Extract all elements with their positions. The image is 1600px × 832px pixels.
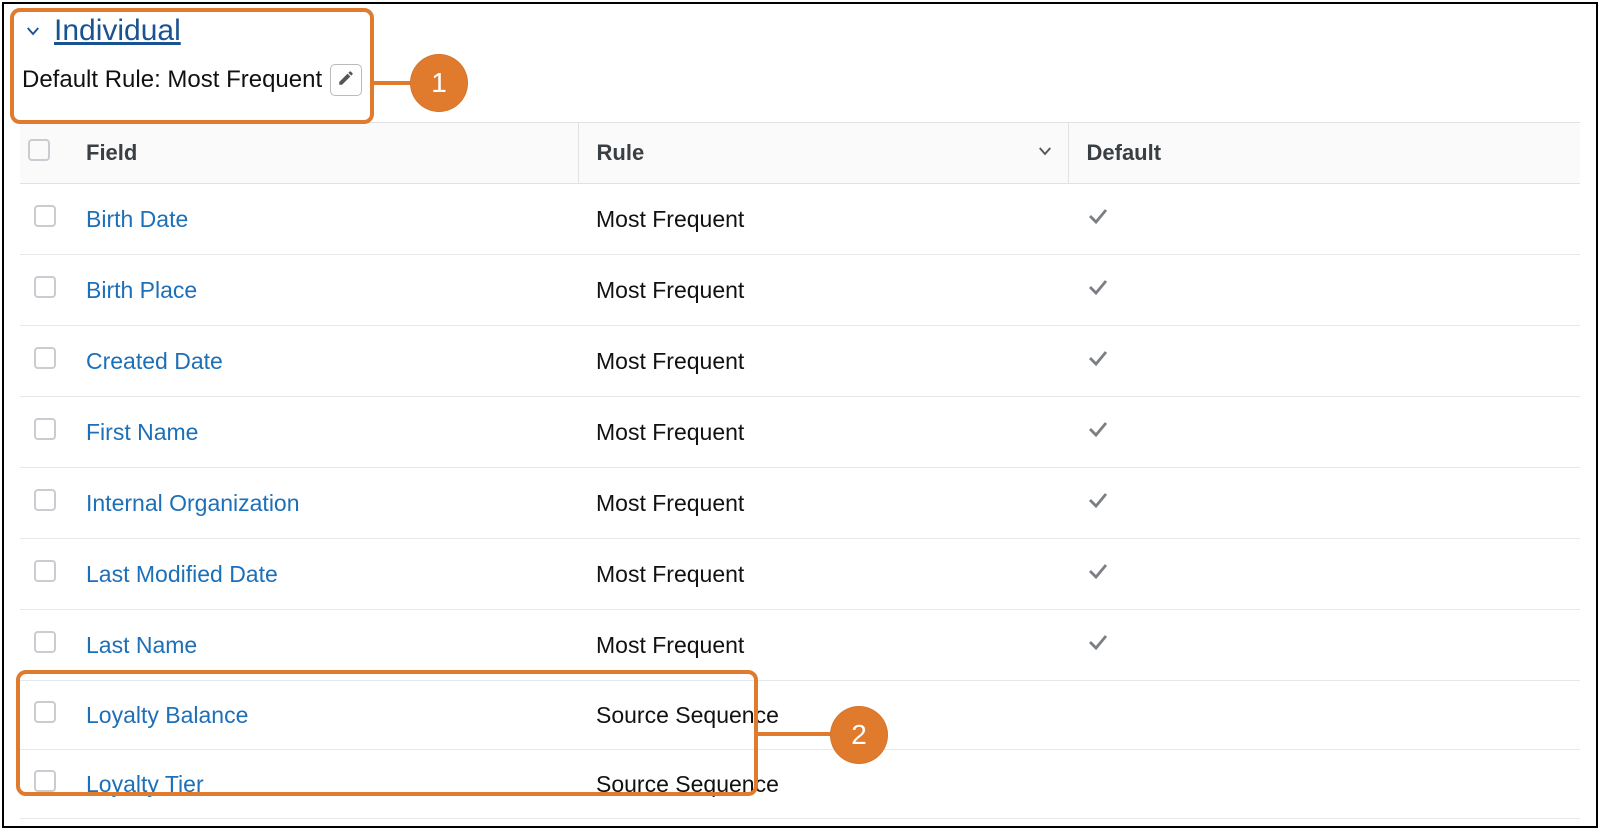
row-checkbox[interactable] bbox=[34, 701, 56, 723]
section-title[interactable]: Individual bbox=[54, 14, 181, 48]
table-row: First Name Most Frequent bbox=[20, 397, 1580, 468]
field-cell: Loyalty Balance bbox=[78, 681, 578, 750]
rule-cell: Most Frequent bbox=[578, 539, 1068, 610]
default-cell bbox=[1068, 681, 1580, 750]
check-icon bbox=[1086, 633, 1110, 659]
row-checkbox-cell bbox=[20, 750, 78, 819]
edit-default-rule-button[interactable] bbox=[330, 64, 362, 96]
default-cell bbox=[1068, 750, 1580, 819]
field-cell: First Name bbox=[78, 397, 578, 468]
table-row: Last Modified Date Most Frequent bbox=[20, 539, 1580, 610]
row-checkbox-cell bbox=[20, 468, 78, 539]
rule-value: Most Frequent bbox=[596, 419, 744, 445]
rule-value: Most Frequent bbox=[596, 206, 744, 232]
field-link[interactable]: Birth Date bbox=[86, 206, 188, 232]
default-rule-row: Default Rule: Most Frequent bbox=[22, 64, 1578, 96]
field-cell: Birth Date bbox=[78, 184, 578, 255]
rule-value: Most Frequent bbox=[596, 348, 744, 374]
field-link[interactable]: Last Name bbox=[86, 632, 197, 658]
row-checkbox[interactable] bbox=[34, 418, 56, 440]
field-link[interactable]: First Name bbox=[86, 419, 198, 445]
field-link[interactable]: Internal Organization bbox=[86, 490, 300, 516]
check-icon bbox=[1086, 562, 1110, 588]
rule-value: Source Sequence bbox=[596, 702, 779, 728]
row-checkbox[interactable] bbox=[34, 631, 56, 653]
col-header-rule[interactable]: Rule bbox=[578, 123, 1068, 184]
col-header-field[interactable]: Field bbox=[78, 123, 578, 184]
col-header-rule-label: Rule bbox=[597, 140, 645, 165]
col-header-default[interactable]: Default bbox=[1068, 123, 1580, 184]
default-rule-text: Default Rule: Most Frequent bbox=[22, 66, 322, 94]
default-cell bbox=[1068, 610, 1580, 681]
chevron-down-icon[interactable] bbox=[22, 20, 44, 42]
rule-value: Most Frequent bbox=[596, 632, 744, 658]
field-cell: Internal Organization bbox=[78, 468, 578, 539]
rule-cell: Most Frequent bbox=[578, 468, 1068, 539]
row-checkbox[interactable] bbox=[34, 489, 56, 511]
check-icon bbox=[1086, 420, 1110, 446]
rule-value: Most Frequent bbox=[596, 561, 744, 587]
table-row: Loyalty Tier Source Sequence bbox=[20, 750, 1580, 819]
field-cell: Created Date bbox=[78, 326, 578, 397]
row-checkbox-cell bbox=[20, 681, 78, 750]
row-checkbox-cell bbox=[20, 326, 78, 397]
check-icon bbox=[1086, 349, 1110, 375]
row-checkbox-cell bbox=[20, 610, 78, 681]
field-link[interactable]: Birth Place bbox=[86, 277, 197, 303]
row-checkbox[interactable] bbox=[34, 276, 56, 298]
rule-cell: Most Frequent bbox=[578, 184, 1068, 255]
field-cell: Last Modified Date bbox=[78, 539, 578, 610]
default-cell bbox=[1068, 184, 1580, 255]
default-cell bbox=[1068, 255, 1580, 326]
rules-table-wrap: Field Rule Default Birth Date Most Freque… bbox=[20, 122, 1580, 819]
check-icon bbox=[1086, 207, 1110, 233]
row-checkbox[interactable] bbox=[34, 770, 56, 792]
row-checkbox-cell bbox=[20, 255, 78, 326]
row-checkbox[interactable] bbox=[34, 347, 56, 369]
rule-cell: Most Frequent bbox=[578, 397, 1068, 468]
row-checkbox-cell bbox=[20, 397, 78, 468]
check-icon bbox=[1086, 491, 1110, 517]
panel-frame: 1 2 Individual Default Rule: Most Freque… bbox=[2, 2, 1598, 828]
table-row: Loyalty Balance Source Sequence bbox=[20, 681, 1580, 750]
table-row: Birth Date Most Frequent bbox=[20, 184, 1580, 255]
chevron-down-icon[interactable] bbox=[1036, 140, 1054, 166]
section-header: Individual Default Rule: Most Frequent bbox=[4, 4, 1596, 100]
check-icon bbox=[1086, 278, 1110, 304]
field-link[interactable]: Created Date bbox=[86, 348, 223, 374]
col-header-checkbox bbox=[20, 123, 78, 184]
field-link[interactable]: Last Modified Date bbox=[86, 561, 278, 587]
default-cell bbox=[1068, 539, 1580, 610]
table-row: Birth Place Most Frequent bbox=[20, 255, 1580, 326]
rules-table: Field Rule Default Birth Date Most Freque… bbox=[20, 122, 1580, 819]
row-checkbox[interactable] bbox=[34, 205, 56, 227]
rule-cell: Most Frequent bbox=[578, 610, 1068, 681]
rule-cell: Most Frequent bbox=[578, 326, 1068, 397]
field-cell: Last Name bbox=[78, 610, 578, 681]
default-cell bbox=[1068, 326, 1580, 397]
pencil-icon bbox=[337, 69, 355, 92]
default-cell bbox=[1068, 397, 1580, 468]
row-checkbox-cell bbox=[20, 184, 78, 255]
rule-value: Most Frequent bbox=[596, 490, 744, 516]
rule-cell: Source Sequence bbox=[578, 750, 1068, 819]
table-row: Internal Organization Most Frequent bbox=[20, 468, 1580, 539]
field-cell: Birth Place bbox=[78, 255, 578, 326]
section-title-row: Individual bbox=[22, 14, 1578, 48]
row-checkbox[interactable] bbox=[34, 560, 56, 582]
field-cell: Loyalty Tier bbox=[78, 750, 578, 819]
row-checkbox-cell bbox=[20, 539, 78, 610]
table-row: Created Date Most Frequent bbox=[20, 326, 1580, 397]
rule-value: Most Frequent bbox=[596, 277, 744, 303]
rule-cell: Source Sequence bbox=[578, 681, 1068, 750]
field-link[interactable]: Loyalty Tier bbox=[86, 771, 204, 797]
field-link[interactable]: Loyalty Balance bbox=[86, 702, 248, 728]
rule-cell: Most Frequent bbox=[578, 255, 1068, 326]
default-cell bbox=[1068, 468, 1580, 539]
table-header-row: Field Rule Default bbox=[20, 123, 1580, 184]
rule-value: Source Sequence bbox=[596, 771, 779, 797]
table-row: Last Name Most Frequent bbox=[20, 610, 1580, 681]
select-all-checkbox[interactable] bbox=[28, 139, 50, 161]
